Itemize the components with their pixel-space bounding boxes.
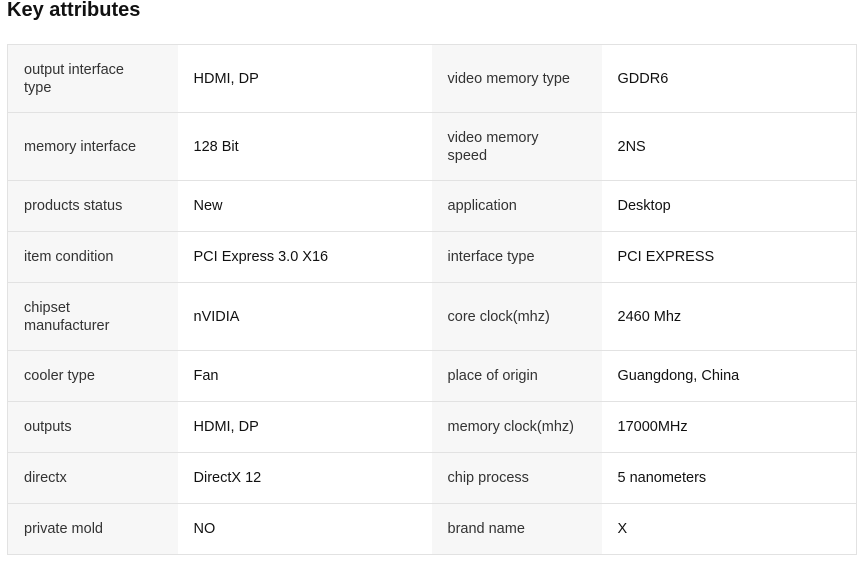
- key-attributes-table: output interface type HDMI, DP video mem…: [7, 44, 857, 555]
- table-row: outputs HDMI, DP memory clock(mhz) 17000…: [7, 401, 857, 453]
- attribute-value: 2460 Mhz: [601, 282, 857, 351]
- attribute-value: HDMI, DP: [177, 44, 432, 113]
- table-row: chipset manufacturer nVIDIA core clock(m…: [7, 282, 857, 351]
- table-row: output interface type HDMI, DP video mem…: [7, 44, 857, 113]
- attribute-key: video memory speed: [431, 112, 602, 181]
- attribute-key: chip process: [431, 452, 602, 504]
- attribute-value: GDDR6: [601, 44, 857, 113]
- attribute-key: outputs: [7, 401, 178, 453]
- attribute-key: application: [431, 180, 602, 232]
- table-row: products status New application Desktop: [7, 180, 857, 232]
- attribute-key: brand name: [431, 503, 602, 555]
- attribute-value: DirectX 12: [177, 452, 432, 504]
- attribute-value: 17000MHz: [601, 401, 857, 453]
- attribute-key: products status: [7, 180, 178, 232]
- attribute-value: 128 Bit: [177, 112, 432, 181]
- attribute-value: PCI EXPRESS: [601, 231, 857, 283]
- attribute-key: place of origin: [431, 350, 602, 402]
- table-row: item condition PCI Express 3.0 X16 inter…: [7, 231, 857, 283]
- attribute-key: chipset manufacturer: [7, 282, 178, 351]
- attribute-value: New: [177, 180, 432, 232]
- table-row: private mold NO brand name X: [7, 503, 857, 555]
- attribute-key: video memory type: [431, 44, 602, 113]
- attribute-value: PCI Express 3.0 X16: [177, 231, 432, 283]
- attribute-key: memory interface: [7, 112, 178, 181]
- attribute-value: Guangdong, China: [601, 350, 857, 402]
- attribute-key: directx: [7, 452, 178, 504]
- attribute-key: memory clock(mhz): [431, 401, 602, 453]
- section-title: Key attributes: [7, 0, 141, 21]
- attribute-value: Fan: [177, 350, 432, 402]
- attribute-key: item condition: [7, 231, 178, 283]
- attribute-key: private mold: [7, 503, 178, 555]
- attribute-value: nVIDIA: [177, 282, 432, 351]
- attribute-value: X: [601, 503, 857, 555]
- table-row: directx DirectX 12 chip process 5 nanome…: [7, 452, 857, 504]
- attribute-key: core clock(mhz): [431, 282, 602, 351]
- attribute-key: cooler type: [7, 350, 178, 402]
- table-row: cooler type Fan place of origin Guangdon…: [7, 350, 857, 402]
- attribute-key: output interface type: [7, 44, 178, 113]
- attribute-value: 2NS: [601, 112, 857, 181]
- attribute-value: Desktop: [601, 180, 857, 232]
- attribute-key: interface type: [431, 231, 602, 283]
- attribute-value: 5 nanometers: [601, 452, 857, 504]
- attribute-value: NO: [177, 503, 432, 555]
- attribute-value: HDMI, DP: [177, 401, 432, 453]
- table-row: memory interface 128 Bit video memory sp…: [7, 112, 857, 181]
